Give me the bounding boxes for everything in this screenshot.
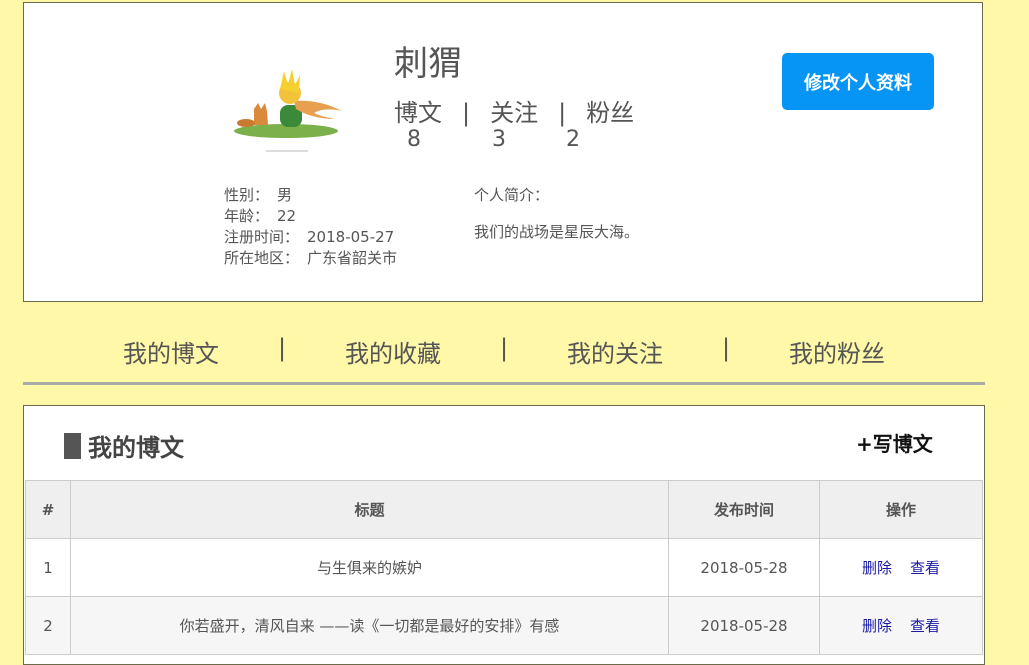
row-title: 你若盛开，清风自来 ——读《一切都是最好的安排》有感	[70, 596, 669, 655]
table-row: 1 与生俱来的嫉妒 2018-05-28 删除 查看	[25, 538, 983, 597]
table-row: 2 你若盛开，清风自来 ——读《一切都是最好的安排》有感 2018-05-28 …	[25, 596, 983, 655]
info-value: 男	[277, 186, 293, 204]
username: 刺猬	[394, 44, 462, 84]
stat-separator: |	[558, 99, 567, 127]
delete-link[interactable]: 删除	[862, 559, 892, 577]
nav-my-favorites[interactable]: 我的收藏	[345, 334, 441, 369]
bio: 个人简介： 我们的战场是星辰大海。	[474, 185, 639, 243]
row-index: 2	[25, 596, 71, 655]
info-value: 广东省韶关市	[307, 249, 398, 267]
row-title: 与生俱来的嫉妒	[70, 538, 669, 597]
nav-separator: |	[722, 334, 731, 362]
info-label: 性别：	[224, 186, 270, 204]
info-region: 所在地区： 广东省韶关市	[224, 248, 397, 269]
stats-labels: 博文 | 关注 | 粉丝	[394, 93, 634, 128]
write-post-button[interactable]: +写博文	[856, 428, 933, 457]
row-actions: 删除 查看	[819, 596, 983, 655]
posts-table: # 标题 发布时间 操作 1 与生俱来的嫉妒 2018-05-28 删除 查看 2…	[25, 480, 983, 655]
nav-my-posts[interactable]: 我的博文	[123, 334, 219, 369]
edit-profile-button[interactable]: 修改个人资料	[782, 53, 934, 110]
row-date: 2018-05-28	[668, 596, 820, 655]
info-label: 注册时间：	[224, 228, 300, 246]
info-age: 年龄： 22	[224, 206, 397, 227]
profile-info: 性别： 男 年龄： 22 注册时间： 2018-05-27 所在地区： 广东省韶关市	[224, 185, 397, 269]
nav-my-followers[interactable]: 我的粉丝	[789, 334, 885, 369]
delete-link[interactable]: 删除	[862, 617, 892, 635]
info-label: 所在地区：	[224, 249, 300, 267]
row-index: 1	[25, 538, 71, 597]
row-actions: 删除 查看	[819, 538, 983, 597]
info-register-date: 注册时间： 2018-05-27	[224, 227, 397, 248]
info-value: 22	[277, 207, 297, 225]
info-label: 年龄：	[224, 207, 270, 225]
profile-nav: 我的博文 | 我的收藏 | 我的关注 | 我的粉丝	[23, 316, 985, 385]
bio-label: 个人简介：	[474, 186, 550, 204]
nav-my-following[interactable]: 我的关注	[567, 334, 663, 369]
info-value: 2018-05-27	[307, 228, 395, 246]
avatar	[224, 63, 354, 163]
column-header-actions: 操作	[819, 480, 983, 539]
view-link[interactable]: 查看	[910, 617, 940, 635]
stat-label-followers[interactable]: 粉丝	[586, 93, 634, 128]
column-header-title: 标题	[70, 480, 669, 539]
table-header-row: # 标题 发布时间 操作	[25, 480, 983, 539]
info-gender: 性别： 男	[224, 185, 397, 206]
column-header-index: #	[25, 480, 71, 539]
column-header-date: 发布时间	[668, 480, 820, 539]
bio-text: 我们的战场是星辰大海。	[474, 223, 640, 241]
posts-title: 我的博文	[64, 428, 184, 463]
posts-panel: 我的博文 +写博文 # 标题 发布时间 操作 1 与生俱来的嫉妒 2018-05…	[23, 405, 985, 665]
nav-separator: |	[500, 334, 509, 362]
stat-count-followers: 2	[566, 127, 580, 152]
title-bar-icon	[64, 432, 81, 459]
nav-separator: |	[278, 334, 287, 362]
row-date: 2018-05-28	[668, 538, 820, 597]
posts-title-text: 我的博文	[88, 434, 184, 462]
stat-separator: |	[462, 99, 471, 127]
profile-card: 刺猬 博文 | 关注 | 粉丝 8 3 2 修改个人资料 性别： 男 年龄： 22 注册时间…	[23, 2, 983, 302]
stat-count-following: 3	[492, 127, 506, 152]
view-link[interactable]: 查看	[910, 559, 940, 577]
stat-label-posts[interactable]: 博文	[394, 93, 442, 128]
stat-count-posts: 8	[407, 127, 421, 152]
stat-label-following[interactable]: 关注	[490, 93, 538, 128]
